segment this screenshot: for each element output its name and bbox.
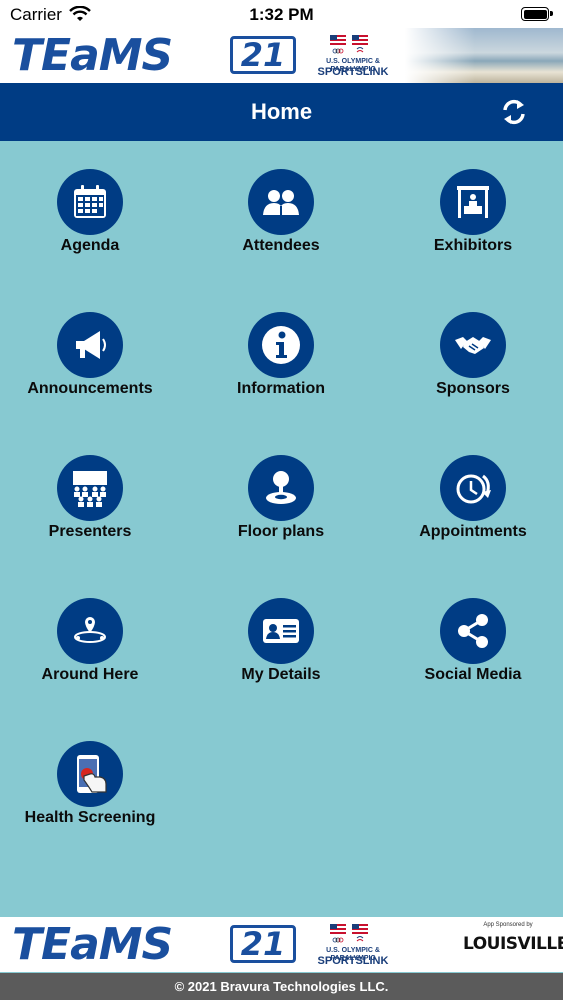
menu-item-label: My Details	[241, 666, 321, 683]
menu-item-label: Health Screening	[24, 809, 156, 826]
menu-item-label: Floor plans	[237, 523, 325, 540]
menu-item-presenters[interactable]: Presenters	[0, 455, 184, 575]
menu-item-sponsors[interactable]: Sponsors	[379, 312, 563, 432]
menu-item-announcements[interactable]: Announcements	[0, 312, 184, 432]
people-icon	[263, 190, 299, 215]
teams-logo-number: 21	[230, 925, 296, 963]
menu-item-label: Sponsors	[436, 380, 510, 397]
teams-logo-number: 21	[230, 36, 296, 74]
menu-item-label: Around Here	[41, 666, 139, 683]
refresh-icon[interactable]	[500, 98, 528, 126]
top-banner: TEaMS 21 U.S. OLYMPIC & PARALYMPIC SPORT…	[0, 28, 563, 83]
booth-icon	[457, 186, 489, 218]
menu-item-label: Presenters	[48, 523, 132, 540]
presenter-icon	[73, 471, 107, 507]
copyright-footer: © 2021 Bravura Technologies LLC.	[0, 973, 563, 1000]
menu-item-social-media[interactable]: Social Media	[379, 598, 563, 718]
sportslink-text: SPORTSLINK	[317, 66, 389, 78]
info-icon	[262, 326, 300, 364]
handshake-icon	[455, 337, 491, 354]
battery-icon	[521, 7, 553, 21]
menu-item-agenda[interactable]: Agenda	[0, 169, 184, 289]
share-icon	[458, 614, 488, 648]
megaphone-icon	[76, 331, 106, 359]
menu-item-around-here[interactable]: Around Here	[0, 598, 184, 718]
bottom-banner: TEaMS 21 U.S. OLYMPIC & PARALYMPIC SPORT…	[0, 917, 563, 972]
menu-item-appointments[interactable]: Appointments	[379, 455, 563, 575]
menu-item-information[interactable]: Information	[187, 312, 375, 432]
id-card-icon	[263, 619, 299, 643]
teams-logo: TEaMS	[12, 30, 173, 81]
menu-item-health-screening[interactable]: Health Screening	[0, 741, 184, 861]
usa-flags-icon	[330, 924, 368, 943]
sponsor-name: LOUISVILLE	[463, 934, 563, 954]
map-pin-icon	[266, 471, 296, 504]
teams-logo: TEaMS	[12, 919, 173, 970]
menu-item-label: Attendees	[242, 237, 320, 254]
menu-item-attendees[interactable]: Attendees	[187, 169, 375, 289]
clock-icon	[456, 474, 491, 504]
location-icon	[74, 617, 106, 643]
menu-item-label: Agenda	[60, 237, 120, 254]
sportslink-text: SPORTSLINK	[317, 955, 389, 967]
status-bar: Carrier 1:32 PM	[0, 0, 563, 30]
clock-time: 1:32 PM	[249, 5, 314, 24]
nav-bar: Home	[0, 83, 563, 141]
page-title: Home	[250, 99, 313, 124]
sponsor-caption: App Sponsored by	[483, 922, 533, 928]
menu-item-label: Appointments	[419, 523, 527, 540]
menu-item-label: Information	[237, 380, 325, 397]
menu-item-label: Announcements	[27, 380, 153, 397]
menu-item-label: Social Media	[424, 666, 522, 683]
menu-item-exhibitors[interactable]: Exhibitors	[379, 169, 563, 289]
phone-touch-icon	[77, 755, 107, 793]
usa-flags-icon	[330, 35, 368, 54]
sponsor-logo: App Sponsored by LOUISVILLE	[463, 922, 563, 968]
cityscape-image	[405, 28, 563, 83]
menu-item-label: Exhibitors	[433, 237, 513, 254]
calendar-icon	[74, 185, 106, 218]
menu-item-my-details[interactable]: My Details	[187, 598, 375, 718]
menu-item-floor-plans[interactable]: Floor plans	[187, 455, 375, 575]
